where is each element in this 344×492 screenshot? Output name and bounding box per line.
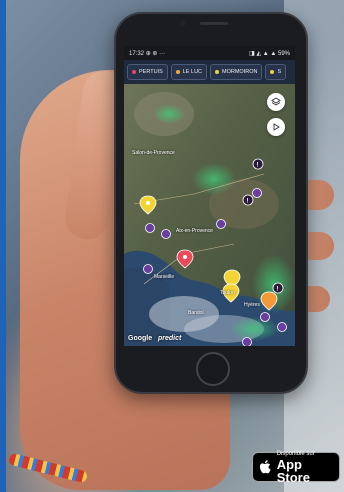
status-notification-icons: ⊕ ⊛ ··· (145, 50, 166, 57)
status-time: 17:32 (129, 50, 145, 57)
earpiece-speaker (200, 22, 228, 25)
place-label: Bandol (188, 310, 204, 316)
place-label: Toulon (220, 290, 235, 296)
tab-le-luc[interactable]: LE LUC (170, 64, 208, 80)
status-system-icons: ◨ ◭ ▲ ▲ (249, 50, 277, 57)
badge-line-2: App Store (276, 456, 310, 485)
tab-label: LE LUC (182, 69, 203, 75)
status-left: 17:32 ⊕ ⊛ ··· (129, 50, 165, 57)
app-store-badge[interactable]: Disponible sur App Store (252, 451, 340, 484)
map-view[interactable]: ! ! ! Salon-de-Provence Marseille Aix-en… (124, 84, 295, 346)
status-bar: 17:32 ⊕ ⊛ ··· ◨ ◭ ▲ ▲ 59% (124, 46, 295, 60)
station-tabs: PERTUIS LE LUC MORMOIRON S (124, 60, 295, 84)
left-accent-strip (0, 0, 6, 492)
svg-text:!: ! (277, 287, 279, 293)
play-icon (273, 123, 280, 131)
tab-s[interactable]: S (265, 64, 287, 80)
tab-dot (215, 70, 220, 74)
battery-level: 59% (277, 50, 290, 57)
status-right: ◨ ◭ ▲ ▲ 59% (249, 50, 290, 57)
home-button[interactable] (196, 352, 230, 386)
badge-text: Disponible sur App Store (277, 451, 333, 484)
predict-logo: predict (158, 335, 182, 342)
phone-screen: 17:32 ⊕ ⊛ ··· ◨ ◭ ▲ ▲ 59% PERTUIS LE LUC… (124, 46, 295, 346)
layers-button[interactable] (267, 93, 285, 111)
tab-dot (175, 70, 180, 74)
tab-mormoiron[interactable]: MORMOIRON (210, 64, 263, 80)
place-label: Hyères (244, 302, 260, 308)
svg-text:!: ! (257, 163, 259, 169)
rain-radar-cell (153, 104, 185, 124)
front-camera (180, 20, 186, 26)
place-label: Aix-en-Provence (176, 228, 213, 234)
tab-label: MORMOIRON (222, 69, 258, 75)
tab-label: PERTUIS (139, 69, 163, 75)
rain-radar-cell (192, 163, 236, 195)
tab-dot (270, 70, 275, 74)
tab-dot (132, 70, 136, 74)
rain-radar-cell (229, 317, 279, 341)
play-button[interactable] (267, 118, 285, 136)
place-label: Marseille (154, 274, 175, 280)
apple-icon (259, 460, 271, 474)
place-label: Salon-de-Provence (132, 150, 175, 156)
tab-label: S (277, 69, 282, 75)
tab-pertuis[interactable]: PERTUIS (127, 64, 168, 80)
svg-text:!: ! (247, 199, 249, 205)
layers-icon (271, 97, 281, 106)
google-attribution: Google (128, 335, 153, 342)
